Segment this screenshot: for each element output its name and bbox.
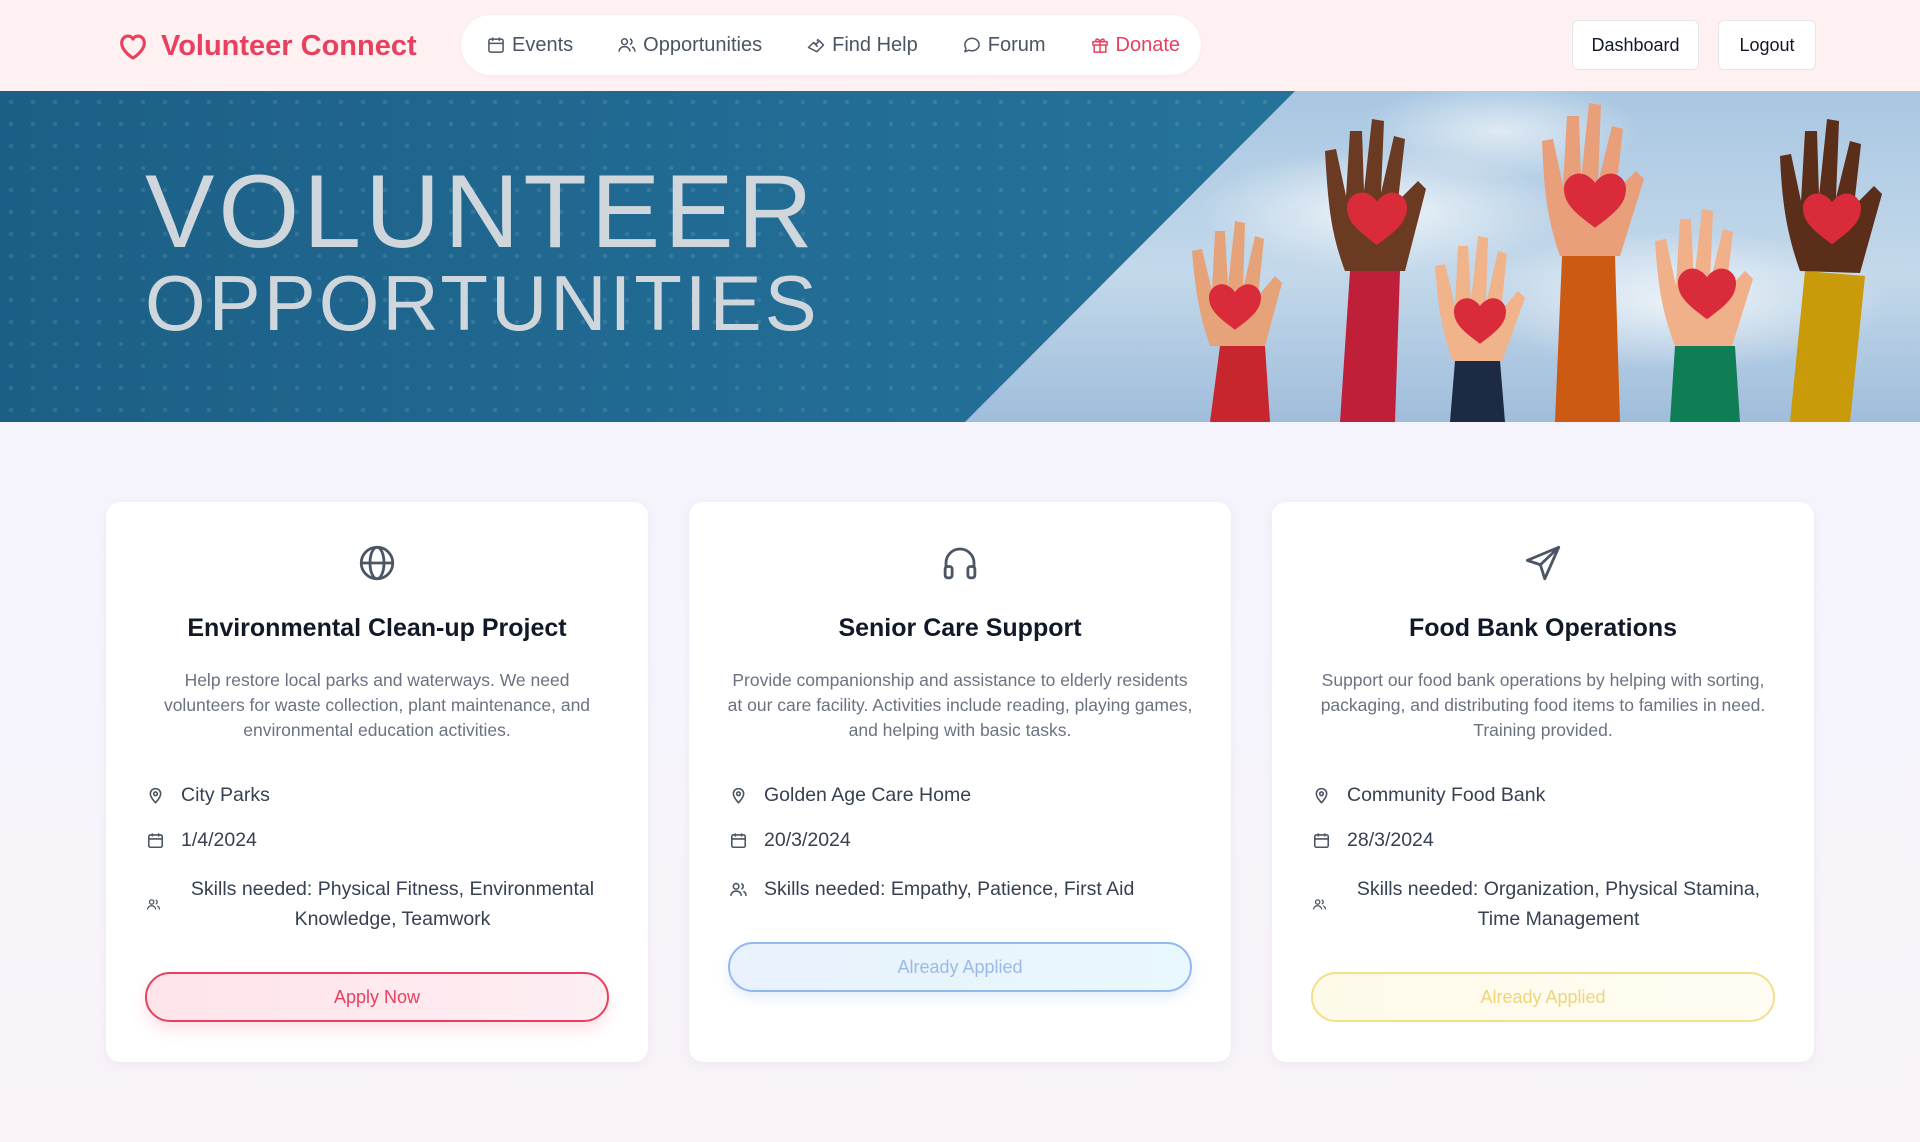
skills-row: Skills needed: Empathy, Patience, First … — [729, 874, 1191, 904]
calendar-icon — [1313, 833, 1330, 849]
hand-illustration — [1192, 221, 1282, 422]
date-text: 1/4/2024 — [181, 829, 257, 851]
location-text: Community Food Bank — [1347, 784, 1546, 806]
hand-illustration — [1780, 119, 1882, 422]
already-applied-button[interactable]: Already Applied — [728, 942, 1192, 992]
map-pin-icon — [149, 787, 162, 804]
location-row: Community Food Bank — [1312, 784, 1774, 807]
date-row: 20/3/2024 — [729, 829, 1191, 852]
calendar-icon — [147, 833, 164, 849]
nav-label: Forum — [987, 33, 1046, 56]
hand-heart-icon — [807, 38, 825, 53]
skills-text: Skills needed: Organization, Physical St… — [1356, 878, 1761, 930]
nav-item-opportunities[interactable]: Opportunities — [617, 34, 762, 57]
users-icon — [1312, 898, 1327, 910]
calendar-icon — [730, 833, 747, 849]
hand-illustration — [1435, 236, 1525, 422]
nav-label: Donate — [1115, 33, 1181, 56]
date-row: 1/4/2024 — [146, 829, 608, 852]
card-description: Support our food bank operations by help… — [1320, 670, 1766, 740]
globe-icon — [356, 542, 398, 584]
hand-illustration — [1655, 209, 1753, 422]
chat-bubble-icon — [963, 37, 980, 53]
hero-title-line2: OPPORTUNITIES — [145, 259, 820, 347]
hand-illustration — [1325, 119, 1426, 422]
dashboard-button[interactable]: Dashboard — [1572, 20, 1699, 70]
nav-label: Find Help — [832, 33, 918, 56]
logout-button[interactable]: Logout — [1718, 20, 1816, 70]
nav-item-donate[interactable]: Donate — [1090, 33, 1181, 57]
card-title: Environmental Clean-up Project — [187, 614, 567, 642]
hero-title-line1: VOLUNTEER — [145, 154, 817, 270]
skills-row: Skills needed: Physical Fitness, Environ… — [146, 874, 608, 934]
card-description: Help restore local parks and waterways. … — [163, 670, 591, 740]
send-icon — [1522, 542, 1564, 584]
location-row: Golden Age Care Home — [729, 784, 1191, 807]
headphones-icon — [939, 542, 981, 584]
gift-icon — [1091, 38, 1108, 53]
brand-name: Volunteer Connect — [161, 29, 417, 62]
skills-text: Skills needed: Empathy, Patience, First … — [764, 878, 1135, 900]
nav-label: Opportunities — [643, 33, 763, 56]
location-text: Golden Age Care Home — [764, 784, 972, 806]
map-pin-icon — [732, 787, 745, 804]
nav-item-events[interactable]: Events — [486, 34, 573, 57]
already-applied-button[interactable]: Already Applied — [1311, 972, 1775, 1022]
date-row: 28/3/2024 — [1312, 829, 1774, 852]
card-title: Food Bank Operations — [1408, 614, 1678, 642]
brand-logo[interactable]: Volunteer Connect — [115, 28, 417, 64]
calendar-icon — [488, 37, 504, 53]
users-icon — [730, 882, 747, 896]
skills-text: Skills needed: Physical Fitness, Environ… — [190, 878, 595, 930]
location-row: City Parks — [146, 784, 608, 807]
date-text: 20/3/2024 — [764, 829, 851, 851]
map-pin-icon — [1315, 787, 1328, 804]
nav-item-forum[interactable]: Forum — [962, 34, 1046, 57]
top-header: Volunteer Connect Events Opportunities F… — [0, 0, 1920, 91]
nav-item-find-help[interactable]: Find Help — [806, 34, 918, 57]
date-text: 28/3/2024 — [1347, 829, 1434, 851]
card-title: Senior Care Support — [838, 614, 1082, 642]
users-icon — [618, 38, 636, 52]
raised-hands-illustration — [1192, 103, 1882, 422]
card-description: Provide companionship and assistance to … — [727, 670, 1193, 740]
apply-now-button[interactable]: Apply Now — [145, 972, 609, 1022]
hero-banner: VOLUNTEER OPPORTUNITIES — [0, 91, 1920, 422]
users-icon — [146, 898, 161, 910]
skills-row: Skills needed: Organization, Physical St… — [1312, 874, 1774, 934]
location-text: City Parks — [181, 784, 270, 806]
hand-illustration — [1542, 103, 1644, 422]
main-nav: Events Opportunities Find Help Forum Don… — [461, 15, 1201, 75]
nav-label: Events — [512, 33, 574, 56]
heart-icon — [120, 34, 146, 60]
